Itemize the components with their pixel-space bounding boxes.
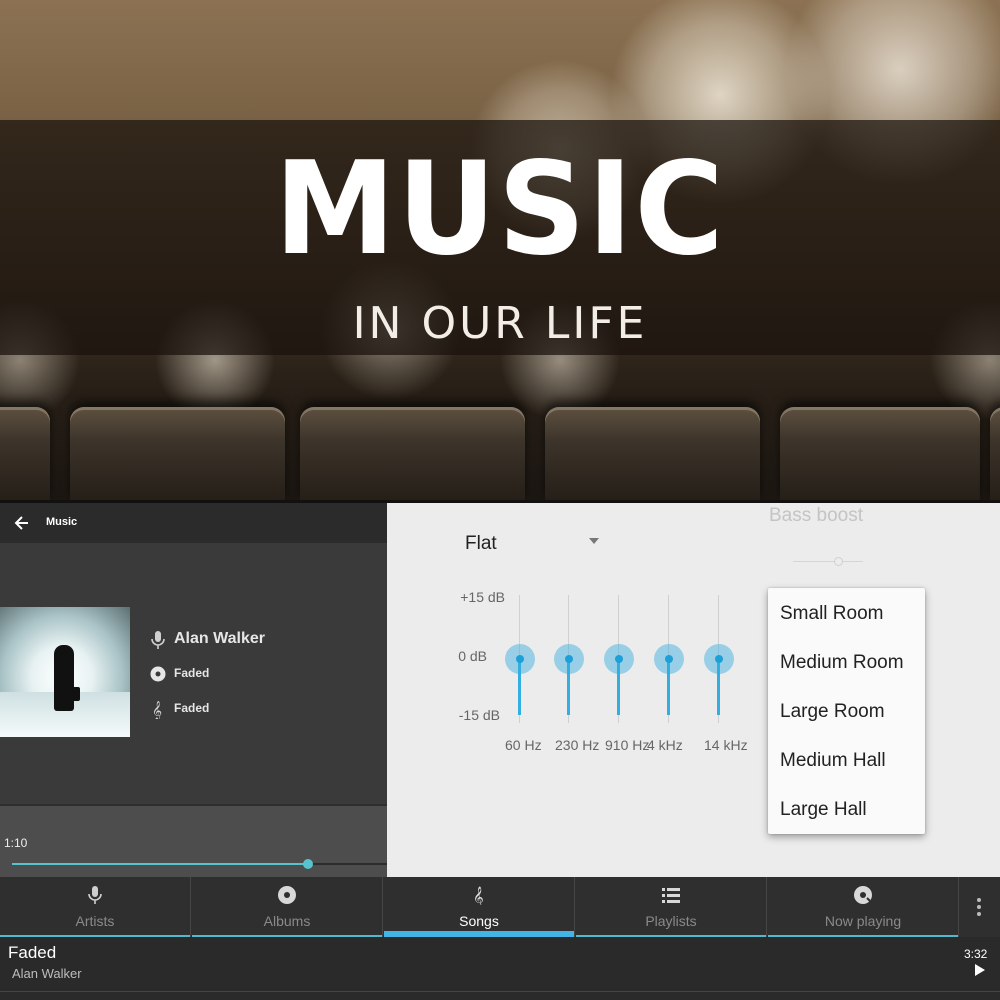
music-banner: MUSIC IN OUR LIFE [0, 0, 1000, 500]
list-icon [662, 888, 680, 903]
eq-band-thumb[interactable] [565, 655, 573, 663]
preset-dropdown-value[interactable]: Flat [465, 533, 497, 555]
song-name: Faded [174, 701, 210, 715]
bass-boost-thumb[interactable] [834, 557, 843, 566]
bass-boost-label: Bass boost [769, 505, 863, 526]
band-freq-label: 14 kHz [704, 737, 748, 753]
eq-band-thumb[interactable] [615, 655, 623, 663]
seek-progress [12, 863, 309, 865]
now-playing-icon [854, 886, 872, 904]
divider [0, 991, 1000, 992]
band-freq-label: 230 Hz [555, 737, 600, 753]
reverb-dropdown-menu: Small Room Medium Room Large Room Medium… [768, 588, 925, 834]
reverb-option[interactable]: Large Hall [780, 799, 867, 821]
band-freq-label: 910 Hz [605, 737, 650, 753]
disc-icon [278, 886, 296, 904]
tab-artists[interactable]: Artists [0, 877, 191, 937]
seek-thumb[interactable] [303, 859, 314, 869]
reverb-option[interactable]: Medium Room [780, 652, 904, 674]
artist-name: Alan Walker [174, 630, 265, 647]
song-title: Faded [8, 943, 57, 962]
dropdown-arrow-icon[interactable] [589, 538, 599, 544]
db-label-top: +15 dB [460, 589, 505, 605]
tab-playlists[interactable]: Playlists [576, 877, 767, 937]
banner-subtitle: IN OUR LIFE [352, 298, 648, 349]
bass-boost-slider[interactable] [793, 561, 863, 562]
eq-band-slider[interactable] [704, 595, 734, 723]
tab-label: Albums [263, 913, 311, 929]
tab-label: Songs [459, 913, 499, 929]
tab-label: Playlists [645, 913, 697, 929]
song-duration: 3:32 [964, 947, 988, 961]
microphone-icon [151, 631, 165, 649]
tab-label: Artists [75, 913, 115, 929]
eq-band-slider[interactable] [554, 595, 584, 723]
svg-text:𝄞: 𝄞 [152, 701, 162, 719]
equalizer-panel: Flat Bass boost +15 dB 0 dB -15 dB 60 Hz… [387, 503, 1000, 877]
song-artist: Alan Walker [12, 966, 82, 981]
library-tabs: Artists Albums 𝄞 Songs Playlists Now pla… [0, 877, 1000, 937]
reverb-option[interactable]: Small Room [780, 603, 883, 625]
album-artwork [0, 607, 130, 737]
band-freq-label: 60 Hz [505, 737, 542, 753]
svg-text:𝄞: 𝄞 [473, 887, 484, 905]
overflow-menu-icon[interactable] [958, 877, 1000, 937]
disc-icon [150, 666, 166, 682]
eq-band-slider[interactable] [654, 595, 684, 723]
tab-songs[interactable]: 𝄞 Songs [384, 877, 575, 937]
tab-albums[interactable]: Albums [192, 877, 383, 937]
player-toolbar: Music [0, 503, 387, 543]
song-list: Faded Alan Walker 3:32 [0, 937, 1000, 1000]
eq-band-thumb[interactable] [665, 655, 673, 663]
toolbar-title: Music [46, 516, 78, 528]
tab-now-playing[interactable]: Now playing [768, 877, 959, 937]
eq-band-thumb[interactable] [516, 655, 524, 663]
microphone-icon [88, 886, 102, 904]
eq-band-thumb[interactable] [715, 655, 723, 663]
piano-keys-image [0, 395, 1000, 500]
banner-title: MUSIC [274, 135, 726, 284]
arrow-left-icon[interactable] [12, 513, 32, 533]
reverb-option[interactable]: Large Room [780, 701, 885, 723]
elapsed-time: 1:10 [4, 836, 28, 850]
db-label-bottom: -15 dB [458, 707, 500, 723]
treble-clef-icon: 𝄞 [473, 887, 484, 905]
seek-area: 1:10 [0, 804, 387, 877]
reverb-option[interactable]: Medium Hall [780, 750, 886, 772]
band-freq-label: 4 kHz [647, 737, 683, 753]
eq-band-slider[interactable] [505, 595, 535, 723]
seek-bar[interactable] [12, 859, 387, 869]
play-icon[interactable] [975, 964, 985, 976]
eq-band-slider[interactable] [604, 595, 634, 723]
tab-label: Now playing [824, 913, 902, 929]
album-name: Faded [174, 666, 210, 680]
now-playing-panel: Music Alan Walker Faded 𝄞 Faded 1:10 [0, 503, 387, 877]
treble-clef-icon: 𝄞 [152, 701, 162, 719]
db-label-mid: 0 dB [458, 648, 487, 664]
